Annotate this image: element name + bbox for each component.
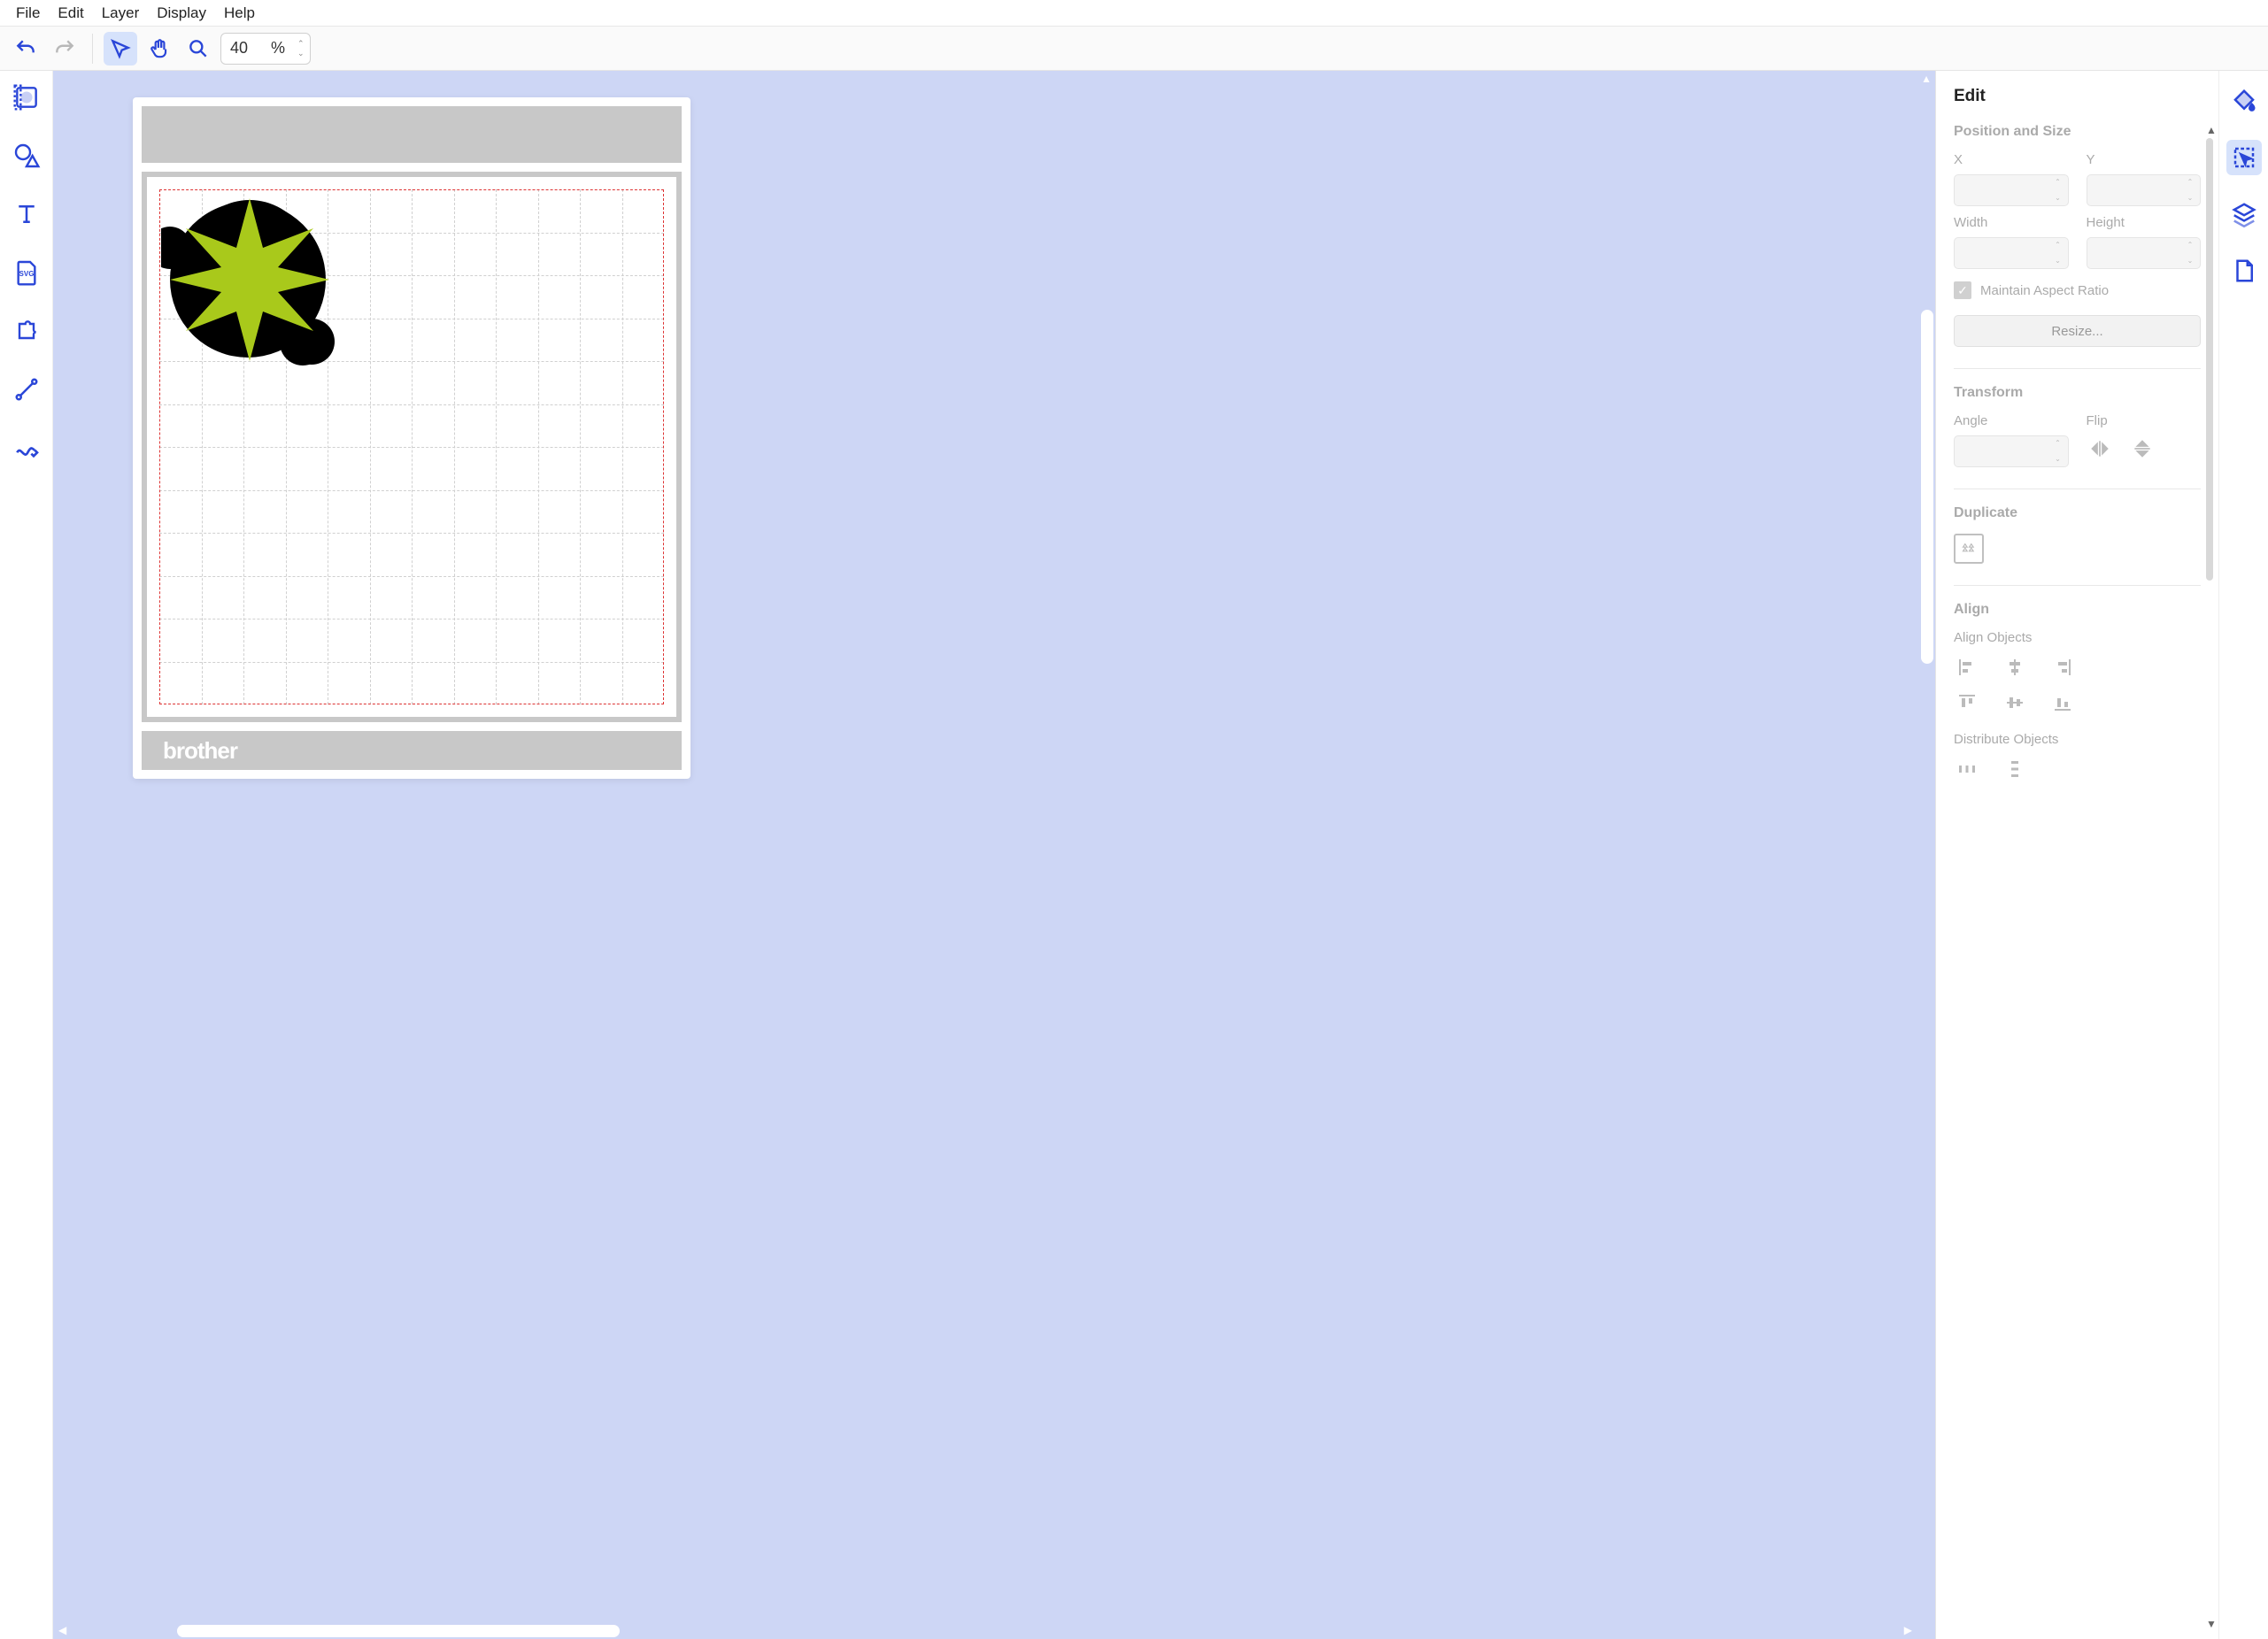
brand-logo: brother [163,737,237,765]
menu-edit[interactable]: Edit [49,1,92,26]
zoom-tool-button[interactable] [181,32,215,65]
scroll-up-icon[interactable]: ▲ [1921,73,1932,85]
puzzle-tool-icon[interactable] [9,313,44,349]
select-tool-button[interactable] [104,32,137,65]
scroll-thumb-v[interactable] [1921,310,1933,664]
height-input[interactable]: ⌃⌄ [2087,237,2202,269]
scroll-right-icon[interactable]: ▶ [1904,1624,1912,1636]
transform-heading: Transform [1954,385,2201,401]
width-input[interactable]: ⌃⌄ [1954,237,2069,269]
align-center-h-icon[interactable] [2002,654,2028,681]
menu-file[interactable]: File [7,1,49,26]
left-tool-rail: SVG [0,71,53,1639]
x-input[interactable]: ⌃⌄ [1954,174,2069,206]
divider [1954,368,2201,369]
trace-tool-icon[interactable] [9,80,44,115]
align-bottom-icon[interactable] [2049,689,2076,716]
draw-tool-icon[interactable] [9,430,44,466]
panel-scroll-up-icon[interactable]: ▲ [2206,124,2217,136]
align-heading: Align [1954,602,2201,618]
resize-button[interactable]: Resize... [1954,315,2201,347]
x-label: X [1954,152,2069,167]
angle-label: Angle [1954,413,2069,428]
fill-panel-icon[interactable] [2226,83,2262,119]
distribute-v-icon[interactable] [2002,756,2028,782]
separator [92,34,93,64]
edit-panel-icon[interactable] [2226,140,2262,175]
svg-tool-icon[interactable]: SVG [9,255,44,290]
svg-text:SVG: SVG [19,270,34,278]
document-panel-icon[interactable] [2226,253,2262,289]
edit-panel: Edit Position and Size X ⌃⌄ Y ⌃⌄ Width ⌃… [1935,71,2218,1639]
duplicate-heading: Duplicate [1954,505,2201,521]
right-rail [2218,71,2268,1639]
pan-tool-button[interactable] [143,32,176,65]
scroll-left-icon[interactable]: ◀ [58,1624,66,1636]
panel-scroll-thumb[interactable] [2206,138,2213,581]
zoom-input[interactable]: 40 % ⌃⌄ [220,33,311,65]
align-right-icon[interactable] [2049,654,2076,681]
flip-label: Flip [2087,413,2202,428]
position-size-heading: Position and Size [1954,124,2201,140]
align-top-icon[interactable] [1954,689,1980,716]
menubar: File Edit Layer Display Help [0,0,2268,27]
layers-panel-icon[interactable] [2226,196,2262,232]
canvas-area[interactable]: brother ▲ ◀ ▶ [53,71,1935,1639]
height-label: Height [2087,215,2202,230]
scroll-thumb-h[interactable] [177,1625,620,1637]
redo-button[interactable] [48,32,81,65]
aspect-ratio-label: Maintain Aspect Ratio [1980,283,2109,298]
duplicate-button[interactable] [1954,534,1984,564]
horizontal-scrollbar[interactable]: ◀ ▶ [53,1621,1917,1639]
flip-horizontal-icon[interactable] [2087,435,2113,462]
zoom-value: 40 [230,39,266,58]
shapes-tool-icon[interactable] [9,138,44,173]
artwork-shape[interactable] [161,191,338,368]
text-tool-icon[interactable] [9,196,44,232]
panel-scroll-down-icon[interactable]: ▼ [2206,1618,2217,1630]
vertical-scrollbar[interactable]: ▲ [1917,71,1935,1621]
align-left-icon[interactable] [1954,654,1980,681]
distribute-h-icon[interactable] [1954,756,1980,782]
distribute-label: Distribute Objects [1954,732,2201,747]
menu-display[interactable]: Display [148,1,215,26]
width-label: Width [1954,215,2069,230]
cutting-mat [142,172,682,722]
menu-layer[interactable]: Layer [93,1,149,26]
aspect-ratio-checkbox[interactable]: ✓ [1954,281,1971,299]
align-center-v-icon[interactable] [2002,689,2028,716]
page-top-band [142,106,682,163]
undo-button[interactable] [9,32,42,65]
y-label: Y [2087,152,2202,167]
flip-vertical-icon[interactable] [2129,435,2156,462]
page: brother [133,97,690,779]
panel-scrollbar[interactable]: ▲ ▼ [2206,124,2215,1630]
toolbar: 40 % ⌃⌄ [0,27,2268,71]
divider [1954,585,2201,586]
panel-title: Edit [1954,87,2201,106]
zoom-unit: % [271,39,285,58]
align-objects-label: Align Objects [1954,630,2201,645]
menu-help[interactable]: Help [215,1,264,26]
page-bottom-band: brother [142,731,682,770]
y-input[interactable]: ⌃⌄ [2087,174,2202,206]
zoom-spinner[interactable]: ⌃⌄ [294,39,308,58]
line-tool-icon[interactable] [9,372,44,407]
angle-input[interactable]: ⌃⌄ [1954,435,2069,467]
